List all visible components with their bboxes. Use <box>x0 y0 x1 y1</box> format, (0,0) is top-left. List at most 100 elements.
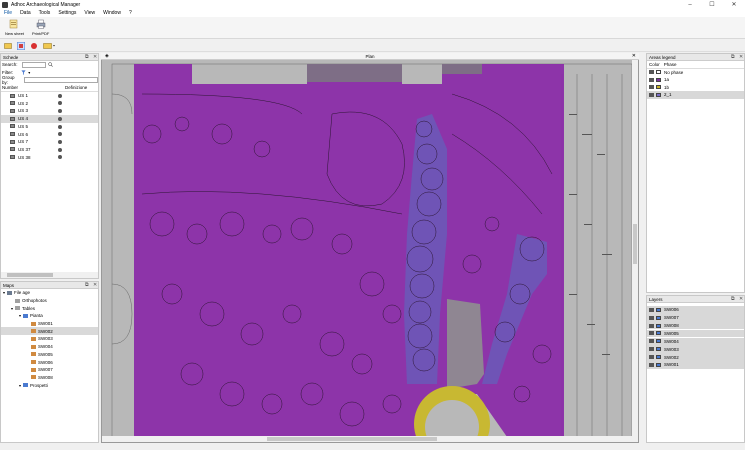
color-swatch[interactable] <box>656 70 661 75</box>
layer-row[interactable]: SW001 <box>647 361 744 369</box>
schede-row[interactable]: US 1 <box>1 92 98 100</box>
col-phase[interactable]: Phase <box>664 62 677 67</box>
plan-drawing[interactable] <box>102 54 639 443</box>
menu-view[interactable]: View <box>80 10 99 16</box>
layer-row[interactable]: SW007 <box>647 313 744 322</box>
edit-tool-icon[interactable] <box>17 42 25 50</box>
menu-tools[interactable]: Tools <box>35 10 55 16</box>
schede-hscroll-thumb[interactable] <box>7 273 53 277</box>
plan-hscroll-thumb[interactable] <box>267 437 437 441</box>
close-button[interactable]: ✕ <box>723 0 745 9</box>
layer-checkbox[interactable] <box>656 323 661 328</box>
visibility-icon[interactable] <box>649 362 654 367</box>
plan-vscroll-thumb[interactable] <box>633 224 637 264</box>
plan-hscrollbar[interactable] <box>102 436 634 442</box>
maps-tree-item[interactable]: SW001 <box>1 320 98 328</box>
maps-tree-item[interactable]: SW002 <box>1 327 98 336</box>
print-pdf-button[interactable]: Print/PDF <box>32 19 49 36</box>
visibility-icon[interactable] <box>649 339 654 344</box>
layer-row[interactable]: SW005 <box>647 329 744 338</box>
legend-row[interactable]: No phase <box>647 69 744 77</box>
close-icon[interactable]: ✕ <box>93 54 97 60</box>
visibility-icon[interactable] <box>649 331 654 336</box>
layer-checkbox[interactable] <box>656 347 661 352</box>
layer-checkbox[interactable] <box>656 355 661 360</box>
float-icon[interactable]: ⧉ <box>731 54 735 60</box>
visibility-icon[interactable] <box>649 85 654 90</box>
menu-help[interactable]: ? <box>125 10 136 16</box>
new-sheet-button[interactable]: New sheet <box>5 19 24 36</box>
schede-row[interactable]: US 4 <box>1 114 98 123</box>
float-icon[interactable]: ⧉ <box>85 282 89 288</box>
plan-vscrollbar[interactable] <box>632 54 638 442</box>
plan-map-canvas[interactable] <box>101 53 639 443</box>
maps-tree-item[interactable]: ▾ Pianta <box>1 312 98 320</box>
maps-tree-item[interactable]: SW004 <box>1 343 98 351</box>
schede-row[interactable]: US 7 <box>1 138 98 146</box>
menu-data[interactable]: Data <box>16 10 35 16</box>
layer-checkbox[interactable] <box>656 331 661 336</box>
visibility-icon[interactable] <box>649 70 654 75</box>
menu-window[interactable]: Window <box>99 10 125 16</box>
maximize-button[interactable]: ☐ <box>701 0 723 9</box>
schede-row[interactable]: US 6 <box>1 130 98 138</box>
legend-row[interactable]: 1a <box>647 76 744 84</box>
filter-dropdown-icon[interactable]: ▾ <box>28 70 30 75</box>
select-tool-icon[interactable] <box>4 42 12 50</box>
stop-icon[interactable] <box>30 42 38 50</box>
layer-checkbox[interactable] <box>656 307 661 312</box>
schede-row[interactable]: US 37 <box>1 146 98 154</box>
menu-settings[interactable]: Settings <box>54 10 80 16</box>
visibility-icon[interactable] <box>649 355 654 360</box>
legend-row[interactable]: 2_1 <box>647 91 744 99</box>
layer-row[interactable]: SW004 <box>647 337 744 346</box>
maps-tree-item[interactable]: ▾ Prospetti <box>1 381 98 389</box>
schede-row[interactable]: US 2 <box>1 99 98 107</box>
float-icon[interactable]: ⧉ <box>731 296 735 302</box>
schede-row[interactable]: US 3 <box>1 107 98 115</box>
close-icon[interactable]: ✕ <box>739 296 743 302</box>
maps-tree-item[interactable]: Orthophotos <box>1 297 98 305</box>
layer-row[interactable]: SW006 <box>647 306 744 314</box>
visibility-icon[interactable] <box>649 315 654 320</box>
col-number[interactable]: Number <box>2 85 18 90</box>
layer-row[interactable]: SW008 <box>647 321 744 330</box>
float-icon[interactable]: ⧉ <box>85 54 89 60</box>
schede-row[interactable]: US 5 <box>1 123 98 131</box>
visibility-icon[interactable] <box>649 323 654 328</box>
group-by-select[interactable] <box>23 77 98 84</box>
layer-checkbox[interactable] <box>656 339 661 344</box>
close-icon[interactable]: ✕ <box>739 54 743 60</box>
menu-file[interactable]: File <box>0 10 16 16</box>
maps-tree-item[interactable]: SW003 <box>1 335 98 343</box>
col-definition[interactable]: Definizione <box>65 85 87 90</box>
visibility-icon[interactable] <box>649 347 654 352</box>
layer-checkbox[interactable] <box>656 315 661 320</box>
layer-row[interactable]: SW002 <box>647 353 744 361</box>
schede-hscrollbar[interactable] <box>1 272 98 278</box>
visibility-icon[interactable] <box>649 92 654 97</box>
search-icon[interactable] <box>47 62 53 68</box>
visibility-icon[interactable] <box>649 77 654 82</box>
filter-icon[interactable] <box>21 70 26 75</box>
maps-tree-item[interactable]: SW007 <box>1 366 98 374</box>
maps-tree-item[interactable]: ▾ Tables <box>1 304 98 312</box>
color-swatch[interactable] <box>656 85 661 90</box>
visibility-icon[interactable] <box>649 307 654 312</box>
search-input[interactable] <box>21 61 46 68</box>
schede-row[interactable]: US 38 <box>1 153 98 161</box>
maps-tree-item[interactable]: SW008 <box>1 374 98 382</box>
col-color[interactable]: Color <box>649 62 660 67</box>
minimize-button[interactable]: – <box>679 0 701 9</box>
maps-tree-item[interactable]: SW005 <box>1 351 98 359</box>
layer-checkbox[interactable] <box>656 362 661 367</box>
maps-tree-item[interactable]: SW006 <box>1 358 98 366</box>
color-swatch[interactable] <box>656 77 661 82</box>
maps-tree-item[interactable]: ▾ File age <box>1 289 98 297</box>
legend-row[interactable]: 1b <box>647 84 744 92</box>
layer-row[interactable]: SW003 <box>647 345 744 354</box>
close-icon[interactable]: ✕ <box>632 53 636 60</box>
folder-dropdown-icon[interactable] <box>43 42 57 50</box>
plan-tab[interactable]: Plan ◈ ✕ <box>101 53 639 60</box>
close-icon[interactable]: ✕ <box>93 282 97 288</box>
